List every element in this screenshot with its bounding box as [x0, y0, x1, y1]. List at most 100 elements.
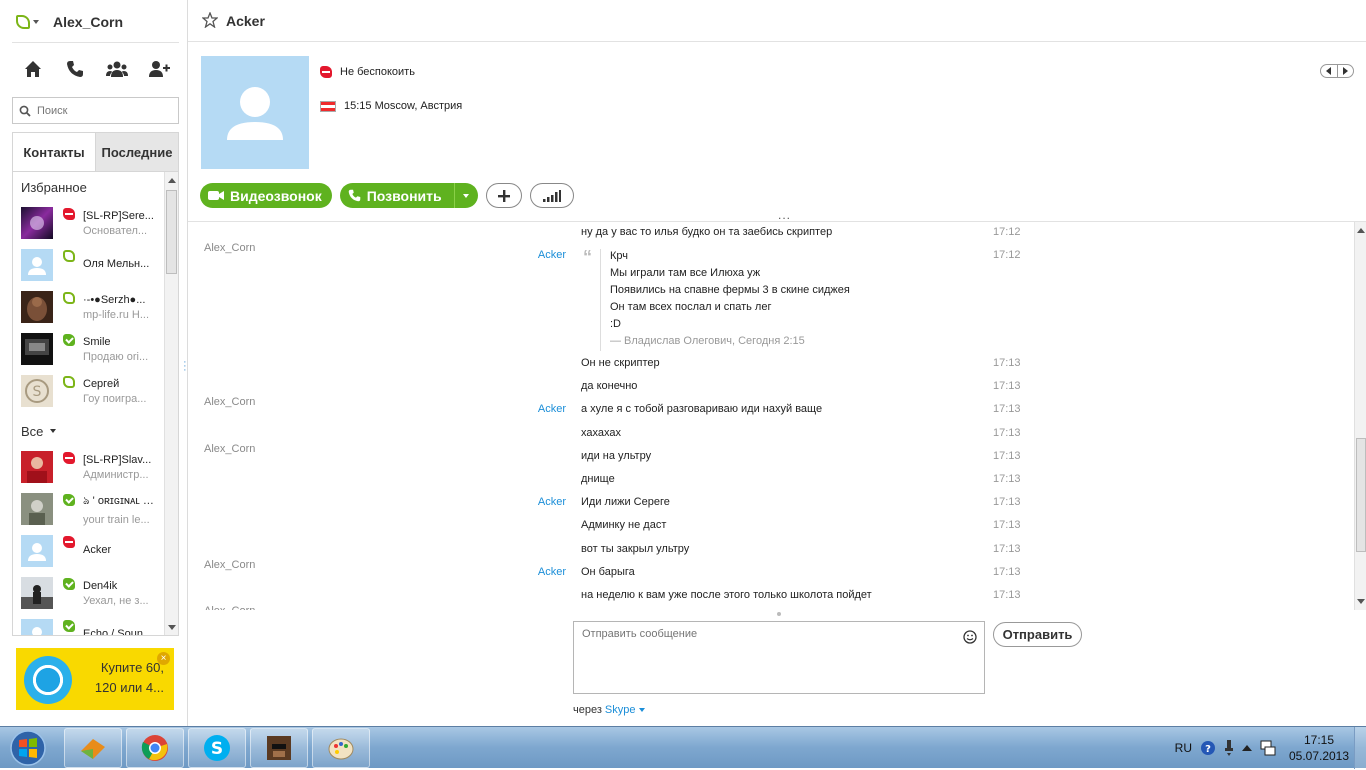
signal-bars-icon — [542, 189, 561, 202]
header-resize-handle[interactable]: ... — [778, 208, 791, 222]
taskbar-app-game[interactable] — [64, 728, 122, 768]
message-time: 17:13 — [993, 496, 1021, 508]
message-row: Alex_Corn ну да у вас то илья будко он т… — [188, 226, 1354, 254]
show-hidden-icons-icon[interactable] — [1242, 744, 1252, 752]
scrollbar-thumb[interactable] — [166, 190, 177, 274]
profile-nav — [1320, 64, 1354, 78]
home-icon[interactable] — [20, 56, 46, 82]
scroll-up-icon[interactable] — [1357, 228, 1365, 233]
message-time: 17:13 — [993, 380, 1021, 392]
phone-icon[interactable] — [62, 56, 88, 82]
scroll-down-icon[interactable] — [1357, 599, 1365, 604]
svg-text:S: S — [211, 739, 223, 759]
group-icon[interactable] — [104, 56, 130, 82]
skype-credit-promo[interactable]: Купите 60, 120 или 4... × — [16, 648, 174, 710]
svg-text:?: ? — [1205, 744, 1211, 755]
scrollbar-thumb[interactable] — [1356, 438, 1366, 552]
call-options-dropdown[interactable] — [453, 183, 478, 208]
contact-item[interactable]: ·-•●Serzh●... mp-life.ru Н... — [13, 286, 178, 328]
contact-location: 15:15 Moscow, Австрия — [320, 100, 462, 112]
windows-taskbar: S RU ? 17:15 05.07.2013 — [0, 726, 1366, 769]
message-row: Alex_Corn вот ты закрыл ультру 17:13 — [188, 543, 1354, 571]
call-button[interactable]: Позвонить — [339, 183, 454, 208]
show-desktop-button[interactable] — [1354, 727, 1366, 769]
taskbar-app-skype[interactable]: S — [188, 728, 246, 768]
sidebar-resize-handle[interactable]: · · · — [183, 357, 187, 376]
contact-item[interactable]: Оля Мельн... — [13, 244, 178, 286]
message-time: 17:13 — [993, 589, 1021, 601]
all-contacts-header[interactable]: Все — [13, 416, 178, 446]
send-via-selector[interactable]: Skype — [605, 704, 646, 716]
via-label: через — [573, 704, 602, 716]
video-call-button[interactable]: Видеозвонок — [200, 183, 332, 208]
help-icon[interactable]: ? — [1200, 740, 1216, 756]
video-camera-icon — [208, 191, 224, 200]
close-icon[interactable]: × — [157, 652, 170, 665]
contact-item[interactable]: ঌ ' ᴏʀɪɢɪɴᴀʟ ' ... your train le... — [13, 488, 178, 530]
contact-mood: mp-life.ru Н... — [83, 308, 150, 321]
search-input[interactable] — [37, 104, 167, 117]
message-row: Он не скриптер 17:13 — [188, 357, 1354, 375]
tab-contacts[interactable]: Контакты — [13, 133, 95, 171]
divider — [12, 42, 179, 43]
offline-status-icon — [63, 376, 75, 388]
contact-item[interactable]: Echo / Soun... — [13, 614, 178, 636]
contact-item[interactable]: S Сергей Гоу поигра... — [13, 370, 178, 412]
taskbar-app-paint[interactable] — [312, 728, 370, 768]
skype-window: Alex_Corn Контакты Последние — [0, 0, 1366, 726]
message-text: иди на ультру — [581, 450, 652, 462]
my-status-button[interactable] — [16, 15, 39, 29]
contact-item[interactable]: Den4ik Уехал, не з... — [13, 572, 178, 614]
scroll-up-icon[interactable] — [168, 178, 176, 183]
quote-icon: “ — [583, 247, 592, 267]
my-name[interactable]: Alex_Corn — [53, 14, 123, 30]
language-indicator[interactable]: RU — [1175, 741, 1192, 755]
message-author[interactable]: Acker — [538, 566, 566, 578]
message-time: 17:13 — [993, 357, 1021, 369]
contact-item[interactable]: [SL-RP]Serе... Основател... — [13, 202, 178, 244]
send-button[interactable]: Отправить — [993, 622, 1082, 647]
chevron-down-icon — [50, 429, 57, 433]
message-time: 17:13 — [993, 543, 1021, 555]
taskbar-app-chrome[interactable] — [126, 728, 184, 768]
message-author[interactable]: Acker — [538, 496, 566, 508]
add-to-conversation-button[interactable] — [485, 183, 522, 208]
contact-item[interactable]: Smile Продаю ori... — [13, 328, 178, 370]
chevron-right-icon[interactable] — [1336, 65, 1354, 77]
message-input[interactable] — [574, 622, 954, 688]
contact-name: Оля Мельн... — [83, 257, 150, 270]
contact-name: Echo / Soun... — [83, 627, 153, 636]
chevron-left-icon[interactable] — [1321, 65, 1337, 77]
sidebar: Alex_Corn Контакты Последние — [0, 0, 188, 726]
usb-icon[interactable] — [1224, 740, 1234, 756]
message-history-scrollbar[interactable] — [1354, 222, 1366, 610]
group-title: Избранное — [21, 179, 87, 195]
network-icon[interactable] — [1260, 740, 1276, 756]
contact-item[interactable]: [SL-RP]Slav... Администр... — [13, 446, 178, 488]
location-text: 15:15 Moscow, Австрия — [344, 100, 463, 112]
start-button[interactable] — [6, 729, 54, 767]
message-text: на неделю к вам уже после этого только ш… — [581, 589, 872, 601]
call-quality-button[interactable] — [529, 183, 574, 208]
message-author[interactable]: Alex_Corn — [204, 599, 566, 610]
system-clock[interactable]: 17:15 05.07.2013 — [1284, 732, 1354, 764]
avatar — [21, 291, 53, 323]
online-status-icon — [63, 494, 75, 506]
scroll-down-icon[interactable] — [168, 625, 176, 630]
message-text: а хуле я с тобой разговариваю иди нахуй … — [581, 403, 823, 415]
contact-item[interactable]: Acker — [13, 530, 178, 572]
dnd-status-icon — [63, 208, 75, 220]
contact-list-scrollbar[interactable] — [164, 172, 178, 635]
add-contact-icon[interactable] — [146, 56, 172, 82]
taskbar-app-gta[interactable] — [250, 728, 308, 768]
contact-mood: Продаю ori... — [83, 350, 149, 363]
emoticon-icon[interactable] — [963, 630, 977, 647]
star-icon[interactable] — [201, 11, 219, 31]
skype-icon: S — [204, 735, 230, 761]
dnd-status-icon — [63, 536, 75, 548]
message-author[interactable]: Acker — [538, 403, 566, 415]
tab-recent[interactable]: Последние — [95, 133, 178, 171]
message-row: иди на ультру 17:13 — [188, 450, 1354, 468]
message-author[interactable]: Acker — [538, 249, 566, 261]
compose-resize-handle[interactable] — [777, 612, 781, 616]
